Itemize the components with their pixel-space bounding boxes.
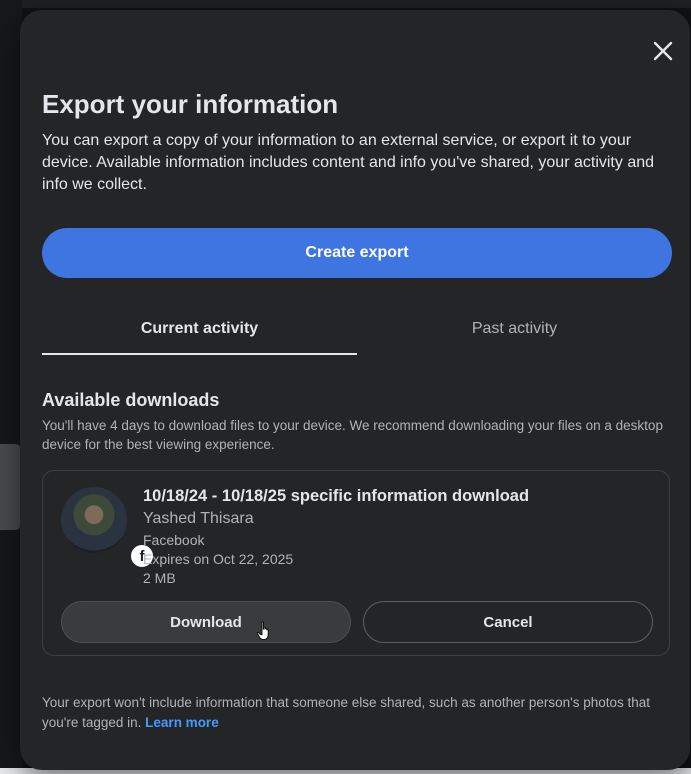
footnote-text: Your export won't include information th… [42, 695, 651, 730]
avatar [61, 487, 127, 553]
download-source: Facebook [143, 532, 205, 548]
cancel-button[interactable]: Cancel [363, 601, 653, 643]
backdrop-left-button [0, 444, 20, 530]
account-name: Yashed Thisara [143, 510, 254, 527]
tab-label: Past activity [471, 320, 558, 337]
dialog-title: Export your information [42, 89, 339, 119]
tab-current-activity[interactable]: Current activity [42, 320, 357, 356]
tab-past-activity[interactable]: Past activity [357, 320, 672, 356]
close-button[interactable] [648, 36, 678, 66]
create-export-button[interactable]: Create export [42, 228, 672, 278]
download-size: 2 MB [143, 570, 176, 586]
active-tab-indicator [42, 353, 357, 355]
available-downloads-heading: Available downloads [42, 390, 220, 410]
export-footnote: Your export won't include information th… [42, 693, 678, 733]
download-button[interactable]: Download [61, 601, 351, 643]
download-button-label: Download [170, 613, 242, 631]
tab-label: Current activity [140, 320, 259, 337]
learn-more-link[interactable]: Learn more [145, 715, 219, 730]
dialog-description: You can export a copy of your informatio… [42, 132, 655, 193]
activity-tabs: Current activity Past activity [42, 320, 672, 356]
cancel-button-label: Cancel [483, 613, 533, 631]
download-card: f 10/18/24 - 10/18/25 specific informati… [42, 470, 670, 656]
backdrop-top-bar [0, 0, 691, 8]
download-expiry: Expires on Oct 22, 2025 [143, 551, 294, 567]
backdrop-left-panel [0, 0, 22, 774]
available-downloads-description: You'll have 4 days to download files to … [42, 418, 663, 452]
download-title: 10/18/24 - 10/18/25 specific information… [143, 487, 530, 505]
hand-cursor-icon [256, 621, 269, 640]
export-dialog: Export your information You can export a… [20, 10, 690, 770]
close-icon [653, 41, 673, 61]
